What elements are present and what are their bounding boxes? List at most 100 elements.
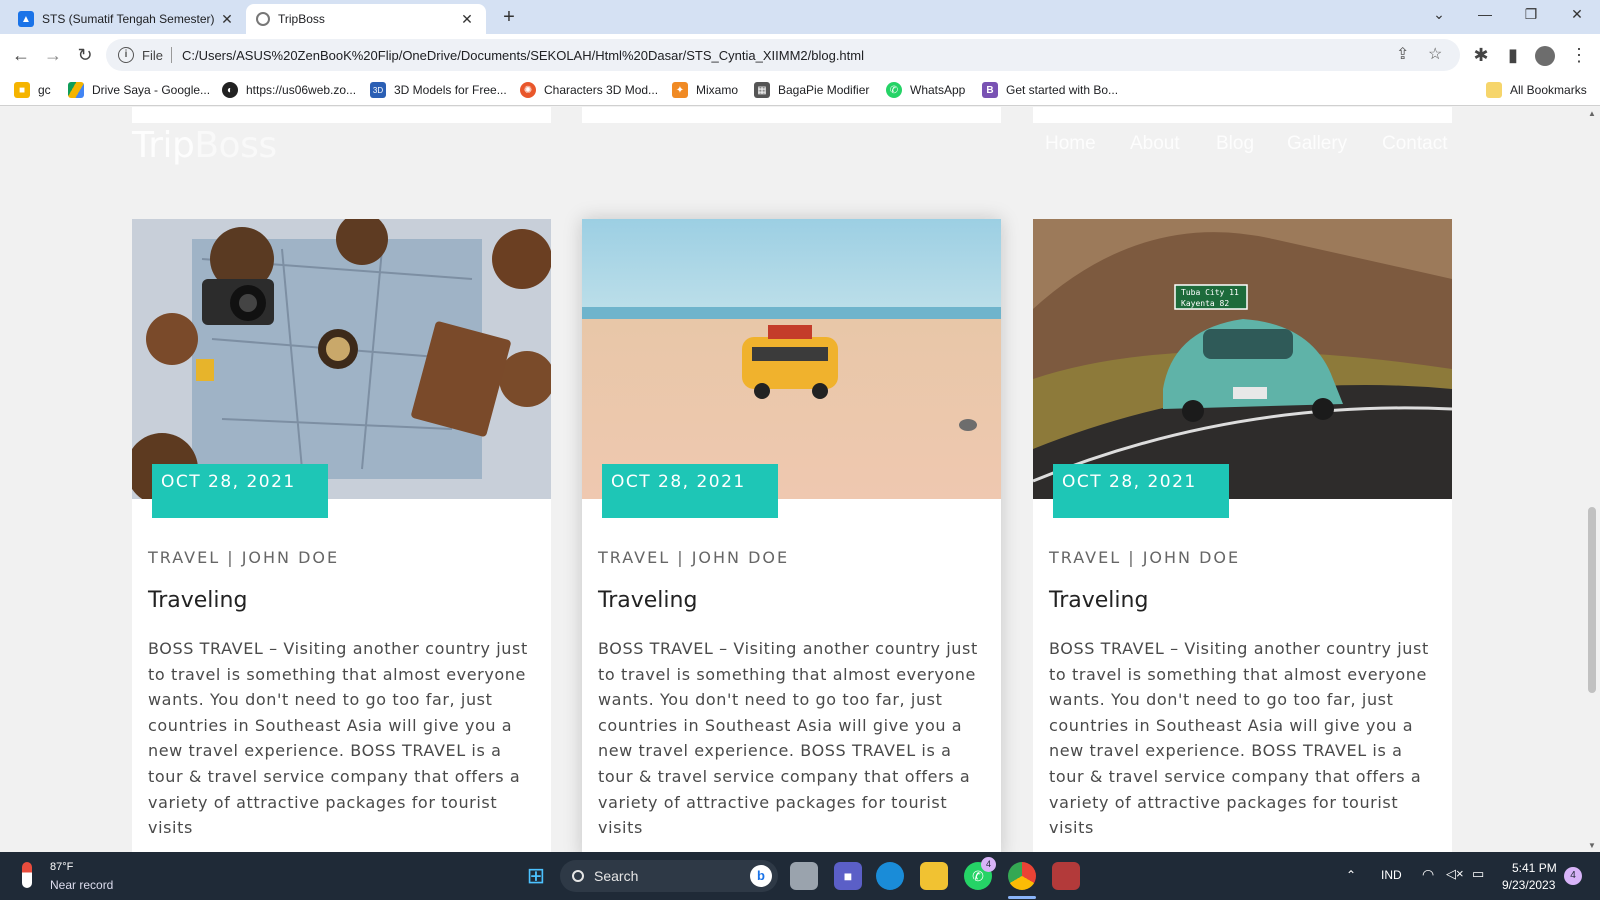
logo-boss: Boss — [194, 125, 277, 166]
bookmark-label: All Bookmarks — [1510, 83, 1587, 97]
bookmark-gc[interactable]: ■ gc — [14, 82, 51, 98]
blog-card[interactable]: OCT 28, 2021 TRAVEL | JOHN DOE Traveling… — [132, 219, 551, 852]
post-body: BOSS TRAVEL – Visiting another country j… — [1049, 639, 1429, 838]
bootstrap-icon: B — [982, 82, 998, 98]
bookmark-label: Characters 3D Mod... — [544, 83, 659, 97]
page-viewport: TripBoss Home About Blog Gallery Contact — [0, 107, 1584, 852]
bookmark-bootstrap[interactable]: B Get started with Bo... — [982, 82, 1118, 98]
language-indicator[interactable]: IND — [1381, 868, 1402, 882]
bookmark-zoom[interactable]: ◐ https://us06web.zo... — [222, 82, 356, 98]
address-bar[interactable]: i File C:/Users/ASUS%20ZenBooK%20Flip/On… — [106, 39, 1460, 71]
logo-trip: Trip — [132, 125, 195, 166]
weather-temp[interactable]: 87°F — [50, 861, 73, 873]
bookmark-label: 3D Models for Free... — [394, 83, 507, 97]
post-meta: TRAVEL | JOHN DOE — [598, 548, 790, 567]
forward-icon[interactable]: → — [40, 42, 66, 68]
profile-avatar[interactable] — [1532, 42, 1558, 68]
post-date: OCT 28, 2021 — [152, 464, 328, 518]
bookmark-label: Drive Saya - Google... — [92, 83, 211, 97]
teams-icon[interactable]: ■ — [834, 862, 862, 890]
card-bottom-edge — [1033, 107, 1452, 123]
card-bottom-edge — [132, 107, 551, 123]
bookmark-label: Mixamo — [696, 83, 739, 97]
winrar-icon[interactable] — [1052, 862, 1080, 890]
minimize-button[interactable]: — — [1470, 6, 1500, 22]
wifi-icon[interactable]: ◠ — [1422, 866, 1434, 883]
bookmark-mixamo[interactable]: ✦ Mixamo — [672, 82, 738, 98]
bookmark-label: Get started with Bo... — [1006, 83, 1119, 97]
all-bookmarks[interactable]: All Bookmarks — [1486, 82, 1587, 98]
clock-date[interactable]: 9/23/2023 — [1502, 878, 1555, 892]
close-tab-icon[interactable]: ✕ — [218, 11, 236, 28]
start-icon[interactable]: ⊞ — [522, 862, 550, 890]
notification-badge[interactable]: 4 — [1564, 867, 1582, 885]
tab-tripboss[interactable]: TripBoss ✕ — [246, 4, 486, 34]
post-body: BOSS TRAVEL – Visiting another country j… — [598, 639, 978, 838]
weather-desc[interactable]: Near record — [50, 878, 113, 892]
edge-icon[interactable] — [876, 862, 904, 890]
card-bottom-edge — [582, 107, 1001, 123]
classroom-icon: ■ — [14, 82, 30, 98]
side-panel-icon[interactable]: ▮ — [1500, 42, 1526, 68]
bing-icon[interactable]: b — [750, 865, 772, 887]
site-logo[interactable]: TripBoss — [132, 125, 277, 166]
back-icon[interactable]: ← — [8, 42, 34, 68]
bookmark-3dmodels[interactable]: 3D 3D Models for Free... — [370, 82, 507, 98]
menu-icon[interactable]: ⋮ — [1566, 42, 1592, 68]
bookmark-drive[interactable]: Drive Saya - Google... — [68, 82, 210, 98]
reload-icon[interactable]: ↻ — [72, 42, 98, 68]
mixamo-icon: ✦ — [672, 82, 688, 98]
thermometer-icon[interactable] — [22, 862, 32, 888]
battery-icon[interactable]: ▭ — [1472, 866, 1484, 882]
extensions-icon[interactable]: ✱ — [1468, 42, 1494, 68]
volume-muted-icon[interactable]: ◁× — [1446, 866, 1464, 882]
close-tab-icon[interactable]: ✕ — [458, 11, 476, 28]
nav-gallery[interactable]: Gallery — [1287, 133, 1347, 155]
file-explorer-icon[interactable] — [920, 862, 948, 890]
zoom-icon: ◐ — [222, 82, 238, 98]
bookmark-characters[interactable]: ✺ Characters 3D Mod... — [520, 82, 658, 98]
vintage-car-desert-road-photo: Tuba City 11 Kayenta 82 — [1033, 219, 1452, 499]
scrollbar-thumb[interactable] — [1588, 507, 1596, 693]
new-tab-button[interactable]: + — [496, 6, 522, 29]
tab-sts[interactable]: ▲ STS (Sumatif Tengah Semester) C ✕ — [8, 4, 246, 34]
blog-card[interactable]: OCT 28, 2021 TRAVEL | JOHN DOE Traveling… — [582, 219, 1001, 852]
search-icon — [572, 870, 584, 882]
whatsapp-icon: ✆ — [886, 82, 902, 98]
post-title[interactable]: Traveling — [598, 588, 697, 613]
address-separator — [170, 47, 172, 63]
nav-about[interactable]: About — [1130, 133, 1180, 155]
post-title[interactable]: Traveling — [1049, 588, 1148, 613]
url-text[interactable]: C:/Users/ASUS%20ZenBooK%20Flip/OneDrive/… — [182, 48, 864, 63]
post-date: OCT 28, 2021 — [1053, 464, 1229, 518]
close-window-button[interactable]: ✕ — [1562, 6, 1592, 23]
scroll-up-icon[interactable]: ▲ — [1588, 109, 1596, 118]
road-sign-line1: Tuba City 11 — [1181, 288, 1239, 297]
tab-search-icon[interactable]: ⌄ — [1424, 6, 1454, 23]
nav-contact[interactable]: Contact — [1382, 133, 1447, 155]
bookmark-whatsapp[interactable]: ✆ WhatsApp — [886, 82, 965, 98]
show-hidden-icons[interactable]: ⌃ — [1346, 868, 1356, 882]
site-info-icon[interactable]: i — [118, 47, 134, 63]
nav-home[interactable]: Home — [1045, 133, 1096, 155]
bookmark-bagapie[interactable]: ▦ BagaPie Modifier — [754, 82, 869, 98]
3d-icon: 3D — [370, 82, 386, 98]
taskbar-search[interactable]: Search b — [560, 860, 778, 892]
globe-icon — [256, 12, 270, 26]
page-scrollbar[interactable]: ▲ ▼ — [1584, 107, 1600, 852]
bookmark-star-icon[interactable]: ☆ — [1428, 39, 1442, 71]
chrome-icon[interactable] — [1008, 862, 1036, 890]
share-icon[interactable]: ⇪ — [1396, 39, 1409, 71]
toy-van-on-beach-photo — [582, 219, 1001, 499]
post-title[interactable]: Traveling — [148, 588, 247, 613]
road-sign-line2: Kayenta 82 — [1181, 299, 1229, 308]
nav-blog[interactable]: Blog — [1216, 133, 1254, 155]
clock-time[interactable]: 5:41 PM — [1512, 861, 1557, 875]
active-app-indicator — [1008, 896, 1036, 899]
post-date: OCT 28, 2021 — [602, 464, 778, 518]
blog-card[interactable]: Tuba City 11 Kayenta 82 OCT 28, 2021 TRA… — [1033, 219, 1452, 852]
bookmarks-bar: ■ gc Drive Saya - Google... ◐ https://us… — [0, 76, 1600, 106]
task-view-icon[interactable] — [790, 862, 818, 890]
restore-button[interactable]: ❐ — [1516, 6, 1546, 23]
scroll-down-icon[interactable]: ▼ — [1588, 841, 1596, 850]
